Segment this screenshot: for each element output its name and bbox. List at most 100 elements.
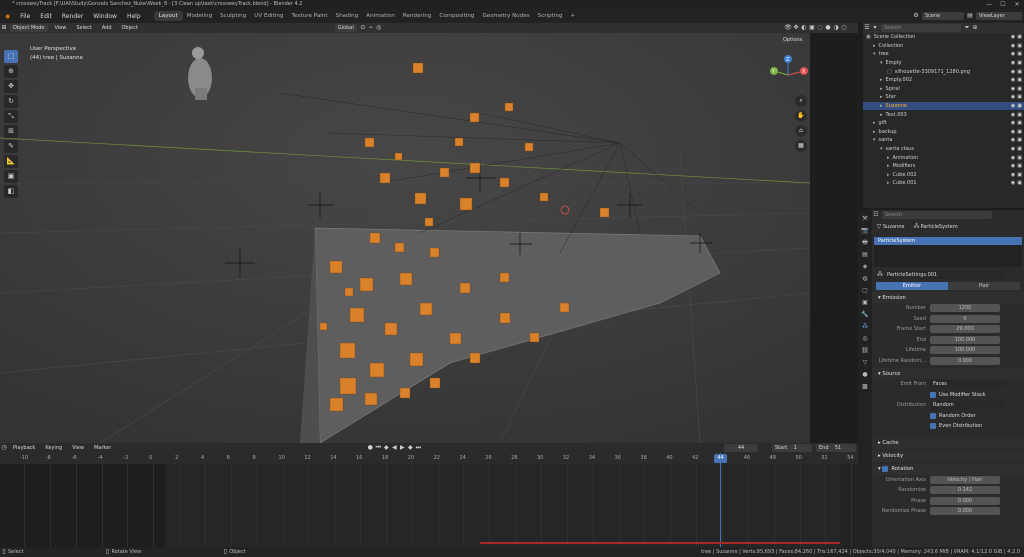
zoom-icon[interactable]: ⌕ bbox=[795, 95, 807, 107]
shading-material-icon[interactable]: ◑ bbox=[832, 24, 840, 32]
emit-from-select[interactable]: Faces bbox=[930, 380, 1005, 389]
camera-render-icon[interactable]: ▣ bbox=[1017, 77, 1022, 83]
expand-arrow-icon[interactable]: ▸ bbox=[873, 129, 876, 135]
menu-window[interactable]: Window bbox=[88, 13, 122, 20]
outliner-row[interactable]: ▾ Empty ◉ ▣ bbox=[863, 59, 1024, 68]
pan-hand-icon[interactable]: ✋ bbox=[795, 110, 807, 122]
add-object-tool-icon[interactable]: ◧ bbox=[4, 185, 18, 198]
tab-animation[interactable]: Animation bbox=[362, 13, 399, 19]
frame-start-field[interactable]: Start 1 bbox=[772, 444, 812, 452]
frame-end-field[interactable]: End 51 bbox=[816, 444, 856, 452]
view-layer-selector[interactable]: ViewLayer bbox=[976, 12, 1022, 20]
camera-render-icon[interactable]: ▣ bbox=[1017, 146, 1022, 152]
camera-render-icon[interactable]: ▣ bbox=[1017, 60, 1022, 66]
maximize-button[interactable]: ☐ bbox=[996, 0, 1010, 9]
particle-settings-name[interactable]: ParticleSettings.001 bbox=[884, 270, 1004, 279]
timeline-ruler[interactable]: -10 -8 -6 -4 -2 0 2 4 6 8 10 12 14 16 18 20 22 24 26 28 30 32… bbox=[0, 453, 858, 464]
tab-shading[interactable]: Shading bbox=[332, 13, 363, 19]
editor-type-icon[interactable]: ⊞ bbox=[0, 24, 8, 32]
transform-orientation[interactable]: Global bbox=[334, 24, 357, 32]
timeline-editor[interactable]: ◷ Playback Keying View Marker ● ⏮ ◆ ◀ ▶ … bbox=[0, 443, 858, 547]
camera-render-icon[interactable]: ▣ bbox=[1017, 180, 1022, 186]
tool-settings-icon[interactable]: ⚒ bbox=[862, 214, 867, 223]
expand-arrow-icon[interactable]: ▸ bbox=[880, 112, 883, 118]
property-value-field[interactable]: 100.000 bbox=[930, 346, 1000, 355]
expand-arrow-icon[interactable]: ▢ bbox=[887, 69, 892, 75]
overlay-icon[interactable]: ◐ bbox=[800, 24, 808, 32]
timeline-menu-playback[interactable]: Playback bbox=[8, 445, 40, 451]
outliner-row[interactable]: ▸ backup ◉ ▣ bbox=[863, 128, 1024, 137]
xray-icon[interactable]: ▣ bbox=[808, 24, 816, 32]
filter-icon[interactable]: ▾ bbox=[871, 24, 879, 32]
eye-icon[interactable]: ◉ bbox=[1011, 34, 1015, 40]
snap-icon[interactable]: ⌁ bbox=[367, 24, 375, 32]
property-value-field[interactable]: 100.000 bbox=[930, 335, 1000, 344]
outliner-editor-icon[interactable]: ☰ bbox=[863, 24, 871, 32]
timeline-menu-marker[interactable]: Marker bbox=[89, 445, 116, 451]
menu-object[interactable]: Object bbox=[117, 25, 143, 31]
outliner-row[interactable]: ▸ Cube.002 ◉ ▣ bbox=[863, 171, 1024, 180]
outliner-row[interactable]: ▸ Empty.002 ◉ ▣ bbox=[863, 76, 1024, 85]
add-cube-tool-icon[interactable]: ▣ bbox=[4, 170, 18, 183]
properties-editor-icon[interactable]: ☷ bbox=[872, 211, 880, 219]
outliner-row[interactable]: ▸ Text.003 ◉ ▣ bbox=[863, 110, 1024, 119]
camera-render-icon[interactable]: ▣ bbox=[1017, 43, 1022, 49]
scale-tool-icon[interactable]: ⤡ bbox=[4, 110, 18, 123]
particles-tab-icon[interactable]: ⁂ bbox=[862, 322, 868, 331]
scene-tab-icon[interactable]: ◈ bbox=[863, 262, 868, 271]
property-value-field[interactable]: Velocity / Hair bbox=[930, 475, 1000, 484]
expand-arrow-icon[interactable]: ▾ bbox=[873, 137, 876, 143]
menu-select[interactable]: Select bbox=[71, 25, 96, 31]
playhead-line[interactable] bbox=[720, 453, 721, 547]
expand-arrow-icon[interactable]: ▾ bbox=[880, 146, 883, 152]
eye-icon[interactable]: ◉ bbox=[1011, 77, 1015, 83]
particle-system-list-item[interactable]: ParticleSystem bbox=[874, 236, 1022, 245]
constraints-tab-icon[interactable]: ⛓ bbox=[861, 346, 869, 355]
material-tab-icon[interactable]: ● bbox=[862, 370, 867, 379]
menu-render[interactable]: Render bbox=[57, 13, 88, 20]
shading-rendered-icon[interactable]: ○ bbox=[840, 24, 848, 32]
outliner-row[interactable]: ▾ santa claus ◉ ▣ bbox=[863, 145, 1024, 154]
outliner-row[interactable]: ▸ Animation ◉ ▣ bbox=[863, 153, 1024, 162]
type-emitter-button[interactable]: Emitter bbox=[876, 282, 948, 290]
eye-icon[interactable]: ◉ bbox=[1011, 180, 1015, 186]
outliner-row[interactable]: ▸ Collection ◉ ▣ bbox=[863, 42, 1024, 51]
expand-arrow-icon[interactable]: ▸ bbox=[880, 94, 883, 100]
camera-render-icon[interactable]: ▣ bbox=[1017, 163, 1022, 169]
eye-icon[interactable]: ◉ bbox=[1011, 86, 1015, 92]
gizmo-toggle-icon[interactable]: ✥ bbox=[792, 24, 800, 32]
eye-icon[interactable]: ◉ bbox=[1011, 69, 1015, 75]
ortho-grid-icon[interactable]: ▦ bbox=[795, 140, 807, 152]
play-icon[interactable]: ▶ bbox=[398, 444, 406, 452]
outliner-row[interactable]: ▸ Spiral ◉ ▣ bbox=[863, 85, 1024, 94]
expand-arrow-icon[interactable]: ▾ bbox=[873, 51, 876, 57]
source-panel-header[interactable]: ▾ Source bbox=[872, 368, 1024, 379]
close-button[interactable]: ✕ bbox=[1010, 0, 1024, 9]
cache-panel-header[interactable]: ▸ Cache bbox=[872, 437, 1024, 449]
timeline-menu-view[interactable]: View bbox=[67, 445, 89, 451]
next-keyframe-icon[interactable]: ◆ bbox=[406, 444, 414, 452]
camera-icon[interactable]: ⌂ bbox=[795, 125, 807, 137]
eye-icon[interactable]: ◉ bbox=[1011, 146, 1015, 152]
camera-render-icon[interactable]: ▣ bbox=[1017, 94, 1022, 100]
tab-rendering[interactable]: Rendering bbox=[399, 13, 436, 19]
properties-search[interactable]: Search bbox=[882, 211, 992, 219]
shading-wireframe-icon[interactable]: ◌ bbox=[816, 24, 824, 32]
expand-arrow-icon[interactable]: ▸ bbox=[887, 163, 890, 169]
expand-arrow-icon[interactable]: ▸ bbox=[880, 77, 883, 83]
tab-scripting[interactable]: Scripting bbox=[534, 13, 567, 19]
expand-arrow-icon[interactable]: ▸ bbox=[880, 103, 883, 109]
shading-solid-icon[interactable]: ● bbox=[824, 24, 832, 32]
velocity-panel-header[interactable]: ▸ Velocity bbox=[872, 450, 1024, 462]
random-order-checkbox[interactable] bbox=[930, 412, 936, 419]
menu-help[interactable]: Help bbox=[122, 13, 146, 20]
tab-modeling[interactable]: Modeling bbox=[183, 13, 216, 19]
timeline-menu-keying[interactable]: Keying bbox=[40, 445, 67, 451]
record-icon[interactable]: ● bbox=[366, 444, 374, 452]
use-modifier-stack-checkbox[interactable] bbox=[930, 391, 936, 398]
rotation-enable-checkbox[interactable] bbox=[882, 466, 889, 472]
camera-render-icon[interactable]: ▣ bbox=[1017, 69, 1022, 75]
menu-file[interactable]: File bbox=[15, 13, 35, 20]
jump-end-icon[interactable]: ⏭ bbox=[414, 444, 422, 452]
jump-start-icon[interactable]: ⏮ bbox=[374, 444, 382, 452]
